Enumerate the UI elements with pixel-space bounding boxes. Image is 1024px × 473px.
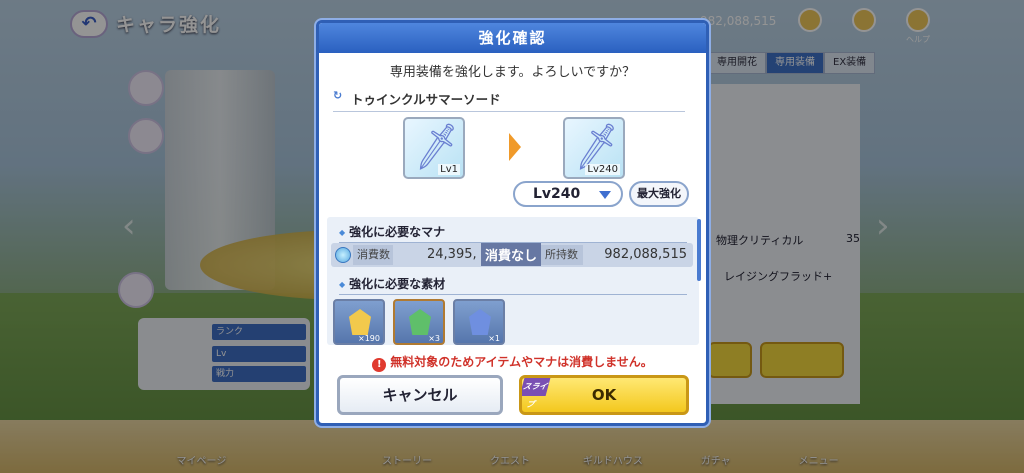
gem-icon: [409, 309, 431, 335]
level-before: Lv1: [438, 164, 460, 175]
mana-cost-value: 24,395,: [427, 247, 477, 262]
ok-button[interactable]: スライブ OK: [519, 375, 689, 415]
mana-coin-icon: [335, 247, 351, 263]
mana-cost-label: 消費数: [353, 245, 393, 265]
scrollbar[interactable]: [697, 219, 701, 281]
dialog-message: 専用装備を強化します。よろしいですか？: [389, 65, 636, 80]
dialog-title: 強化確認: [319, 23, 706, 53]
requirements-scroll-area[interactable]: 強化に必要なマナ 消費数 24,395, 消費なし 所持数 982,088,51…: [327, 217, 699, 345]
dropdown-triangle-icon: [599, 191, 611, 199]
warning-icon: !: [372, 358, 387, 372]
skip-badge: スライブ: [522, 378, 551, 409]
level-select[interactable]: Lv240: [513, 181, 623, 207]
free-notice: ! 無料対象のためアイテムやマナは消費しません。: [319, 353, 706, 372]
material-item[interactable]: ×3: [393, 299, 445, 345]
equipment-before-card: 🗡 Lv1: [403, 117, 465, 179]
gem-icon: [469, 309, 491, 335]
cancel-button[interactable]: キャンセル: [337, 375, 503, 415]
mana-section-title: 強化に必要なマナ: [339, 223, 687, 243]
equipment-after-card: 🗡 Lv240: [563, 117, 625, 179]
equipment-name: トゥインクルサマーソード: [333, 89, 685, 112]
mana-own-label: 所持数: [541, 245, 583, 265]
arrow-right-icon: [509, 133, 521, 161]
no-cost-overlay: 消費なし: [481, 243, 542, 266]
material-item[interactable]: ×190: [333, 299, 385, 345]
mana-own-value: 982,088,515: [604, 247, 687, 262]
level-after: Lv240: [585, 164, 620, 175]
enhance-confirm-dialog: 強化確認 専用装備を強化します。よろしいですか？ トゥインクルサマーソード 🗡 …: [316, 20, 709, 426]
max-enhance-button[interactable]: 最大強化: [629, 181, 689, 207]
materials-section-title: 強化に必要な素材: [339, 275, 687, 295]
gem-icon: [349, 309, 371, 335]
mana-row: 消費数 24,395, 消費なし 所持数 982,088,515: [331, 243, 693, 267]
material-item[interactable]: ×1: [453, 299, 505, 345]
